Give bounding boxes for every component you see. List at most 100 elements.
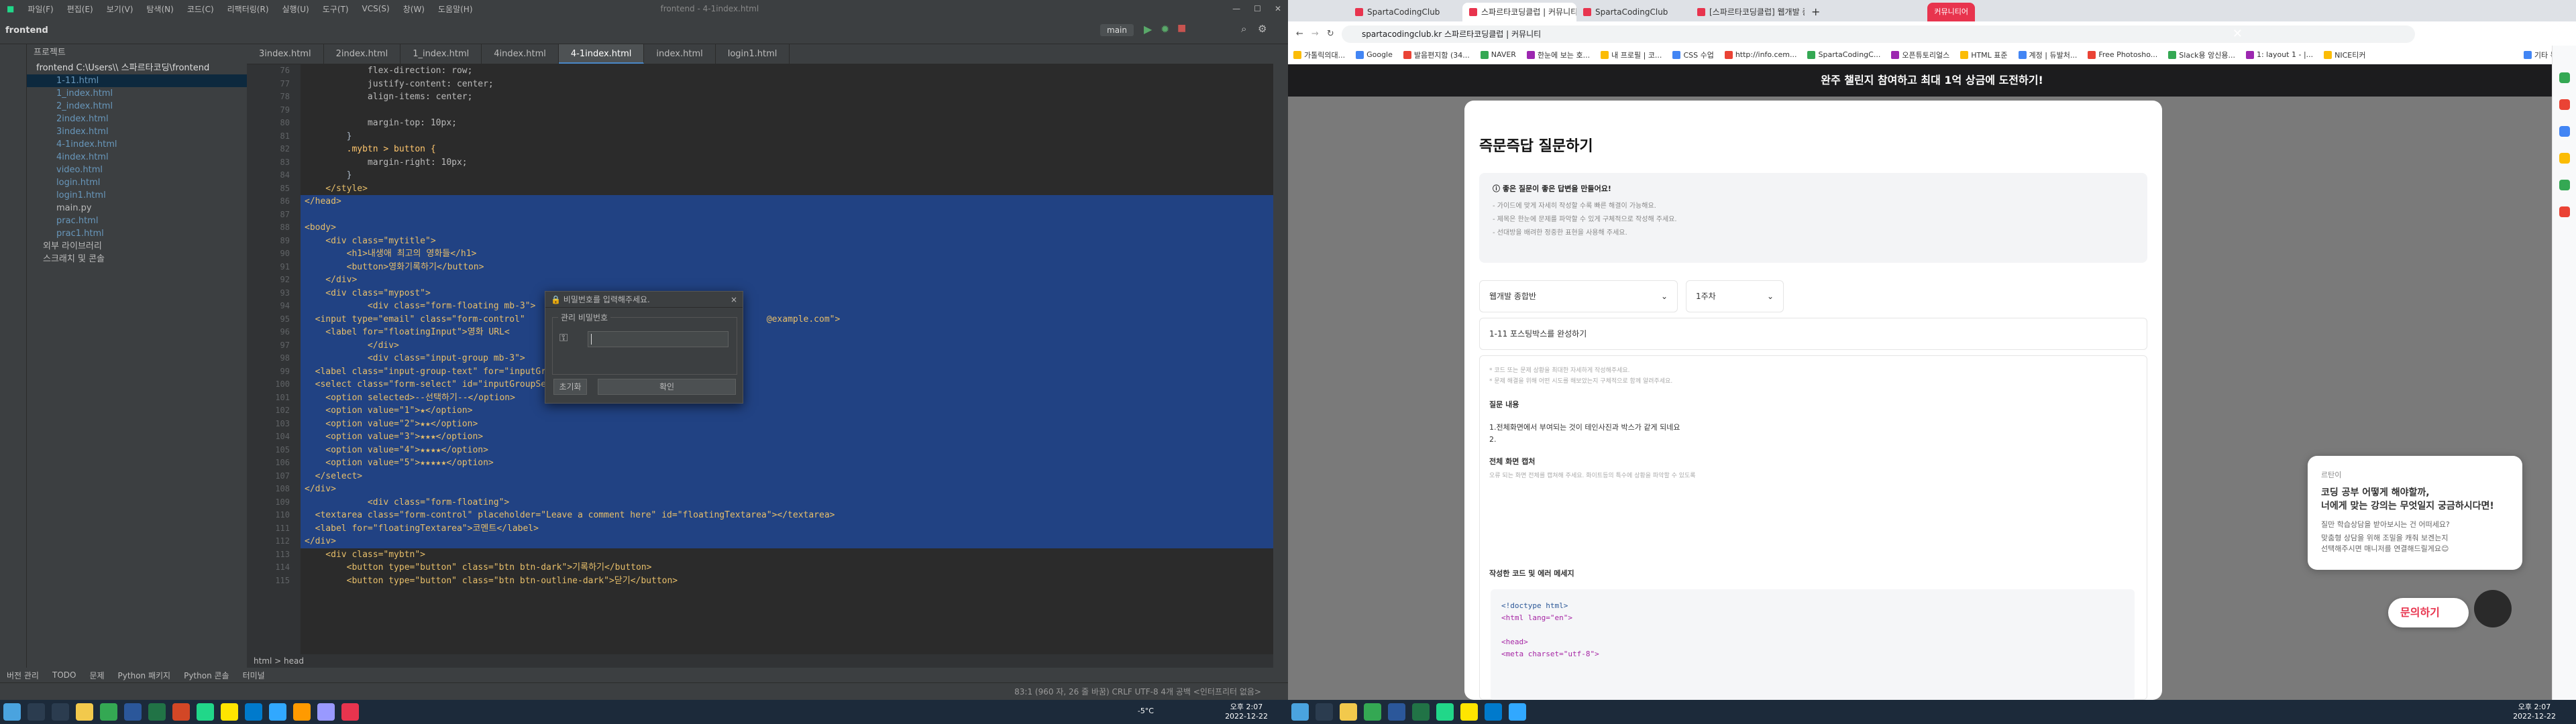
bookmark-item[interactable]: 계정 | 듀발처... <box>2013 50 2083 60</box>
reset-button[interactable]: 초기화 <box>553 379 587 395</box>
code-line[interactable]: margin-right: 10px; <box>301 156 1273 170</box>
code-line[interactable]: <option selected>--선택하기--</option> <box>301 391 1273 404</box>
file-item[interactable]: login1.html <box>27 189 247 202</box>
search-icon[interactable]: ⌕ <box>1241 23 1246 35</box>
file-item[interactable]: 2_index.html <box>27 100 247 113</box>
profile-badge[interactable]: 커뮤니티어 <box>1927 3 1976 21</box>
code-line[interactable]: <button type="button" class="btn btn-out… <box>301 575 1273 588</box>
file-item[interactable]: login.html <box>27 176 247 189</box>
code-line[interactable]: </head> <box>301 195 1273 208</box>
explorer-icon[interactable] <box>76 703 93 721</box>
project-label[interactable]: frontend <box>5 25 48 36</box>
course-select[interactable]: 웹개발 종합반 ⌄ <box>1479 280 1678 312</box>
menu-item[interactable]: 보기(V) <box>100 3 140 15</box>
file-item[interactable]: 4index.html <box>27 151 247 164</box>
app-icon[interactable] <box>341 703 359 721</box>
search-icon[interactable] <box>28 703 45 721</box>
tool-python-console[interactable]: Python 콘솔 <box>177 670 236 681</box>
file-item[interactable]: 3index.html <box>27 125 247 138</box>
pycharm-icon[interactable] <box>197 703 214 721</box>
bookmark-item[interactable]: SpartaCodingC... <box>1802 50 1886 59</box>
code-line[interactable]: <label class="input-group-text" for="inp… <box>301 365 1273 378</box>
settings-icon[interactable]: ⚙ <box>1258 23 1267 35</box>
menu-item[interactable]: 탐색(N) <box>140 3 180 15</box>
code-line[interactable]: <button>영화기록하기</button> <box>301 260 1273 274</box>
code-line[interactable]: </div> <box>301 274 1273 287</box>
modal-close-icon[interactable]: ✕ <box>2233 27 2243 41</box>
browser-tab[interactable]: SpartaCodingClub <box>1576 3 1690 21</box>
premiere-icon[interactable] <box>317 703 335 721</box>
word-icon[interactable] <box>1388 703 1405 721</box>
excel-icon[interactable] <box>148 703 166 721</box>
bookmark-item[interactable]: Free Photosho... <box>2082 50 2163 59</box>
back-icon[interactable]: ← <box>1296 29 1303 39</box>
editor-tab[interactable]: 2index.html <box>324 44 401 64</box>
bookmark-item[interactable]: NICE티커 <box>2318 50 2371 60</box>
week-select[interactable]: 1주차 ⌄ <box>1686 280 1784 312</box>
code-line[interactable]: align-items: center; <box>301 90 1273 104</box>
question-body-editor[interactable]: * 코드 또는 문제 상황을 최대한 자세하게 작성해주세요. * 문제 해결을… <box>1479 355 2147 701</box>
illustrator-icon[interactable] <box>293 703 311 721</box>
extension-icon[interactable] <box>2559 126 2570 137</box>
code-line[interactable]: } <box>301 130 1273 143</box>
browser-tab[interactable]: SpartaCodingClub <box>1348 3 1462 21</box>
tool-todo[interactable]: TODO <box>46 670 83 680</box>
code-line[interactable]: </style> <box>301 182 1273 196</box>
menu-item[interactable]: 창(W) <box>396 3 431 15</box>
code-line[interactable]: <div class="form-floating mb-3"> <box>301 300 1273 313</box>
code-line[interactable]: <option value="5">★★★★★</option> <box>301 457 1273 470</box>
editor-tab[interactable]: 3index.html <box>247 44 324 64</box>
chat-popup[interactable]: 르탄이 코딩 공부 어떻게 해야할까, 너에게 맞는 강의는 무엇일지 궁금하시… <box>2308 456 2522 570</box>
powerpoint-icon[interactable] <box>172 703 190 721</box>
extension-icon[interactable] <box>2559 72 2570 83</box>
ok-button[interactable]: 확인 <box>598 379 736 395</box>
pycharm-icon[interactable] <box>1436 703 1454 721</box>
code-line[interactable]: <select class="form-select" id="inputGro… <box>301 378 1273 391</box>
file-item[interactable]: 4-1index.html <box>27 138 247 151</box>
menu-item[interactable]: 리팩터링(R) <box>221 3 276 15</box>
photoshop-icon[interactable] <box>269 703 286 721</box>
external-libraries[interactable]: 외부 라이브러리 <box>27 240 247 253</box>
code-line[interactable]: <label for="floatingTextarea">코멘트</label… <box>301 522 1273 535</box>
bookmark-item[interactable]: 1: layout 1 - |... <box>2241 50 2318 59</box>
photoshop-icon[interactable] <box>1509 703 1526 721</box>
challenge-banner[interactable]: 완주 챌린지 참여하고 최대 1억 상금에 도전하기! <box>1288 64 2576 97</box>
run-icon[interactable]: ▶ <box>1144 23 1152 36</box>
extension-icon[interactable] <box>2559 206 2570 217</box>
menu-item[interactable]: VCS(S) <box>356 4 396 13</box>
bookmark-item[interactable]: 발음편지함 (34... <box>1398 50 1475 60</box>
dialog-close-icon[interactable]: × <box>731 292 737 308</box>
editor-tab[interactable]: 4index.html <box>482 44 559 64</box>
chrome-icon[interactable] <box>100 703 117 721</box>
windows-start-icon[interactable] <box>1291 703 1309 721</box>
editor-tab[interactable]: login1.html <box>716 44 790 64</box>
debug-icon[interactable]: ✹ <box>1161 23 1169 36</box>
extension-icon[interactable] <box>2559 99 2570 110</box>
question-title-input[interactable]: 1-11 포스팅박스를 완성하기 <box>1479 318 2147 350</box>
windows-start-icon[interactable] <box>3 703 21 721</box>
code-line[interactable]: <body> <box>301 221 1273 235</box>
inquiry-button[interactable]: 문의하기 <box>2388 598 2469 627</box>
bookmark-item[interactable]: Slack용 앙신용... <box>2163 50 2241 60</box>
excel-icon[interactable] <box>1412 703 1430 721</box>
vscode-icon[interactable] <box>1485 703 1502 721</box>
menu-item[interactable]: 도움말(H) <box>431 3 480 15</box>
code-line[interactable]: <h1>내생애 최고의 영화들</h1> <box>301 247 1273 261</box>
new-tab-icon[interactable]: + <box>1805 3 1827 21</box>
maximize-icon[interactable]: ☐ <box>1247 4 1268 13</box>
bookmark-item[interactable]: 내 프로필 | 코... <box>1595 50 1667 60</box>
bookmark-item[interactable]: 가톨릭의대... <box>1288 50 1350 60</box>
taskview-icon[interactable] <box>52 703 69 721</box>
breadcrumb[interactable]: html > head <box>247 654 1273 668</box>
bookmark-item[interactable]: 오픈튜토리얼스 <box>1886 50 1955 60</box>
kakaotalk-icon[interactable] <box>1460 703 1478 721</box>
bookmark-item[interactable]: NAVER <box>1475 50 1521 59</box>
tool-terminal[interactable]: 터미널 <box>236 670 272 681</box>
file-item[interactable]: prac.html <box>27 215 247 227</box>
menu-item[interactable]: 실행(U) <box>276 3 316 15</box>
extension-icon[interactable] <box>2559 153 2570 164</box>
vscode-icon[interactable] <box>245 703 262 721</box>
bookmark-item[interactable]: 한눈에 보는 호... <box>1521 50 1595 60</box>
code-line[interactable]: </div> <box>301 339 1273 352</box>
explorer-icon[interactable] <box>1340 703 1357 721</box>
